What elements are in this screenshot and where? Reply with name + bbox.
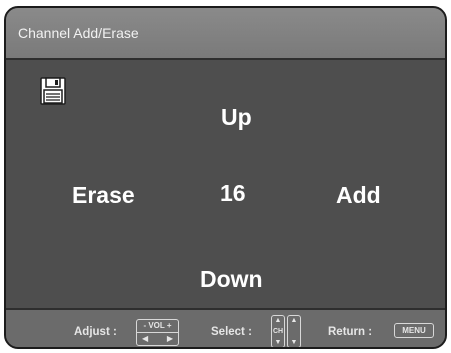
add-option[interactable]: Add [336,182,381,209]
right-arrow-icon: ▶ [166,334,173,343]
menu-key-icon: MENU [394,323,434,338]
window-title: Channel Add/Erase [18,25,139,41]
channel-down-option[interactable]: Down [200,266,263,293]
key-hint-bar: Adjust : - VOL + ◀ ▶ Select : ▲ CH ▼ ▲ ▼… [6,308,445,347]
adjust-hint-label: Adjust : [74,326,117,338]
down-arrow-icon: ▼ [290,339,298,346]
up-down-key-icon: ▲ ▼ [287,315,301,347]
left-arrow-icon: ◀ [142,334,149,343]
channel-number: 16 [220,180,246,206]
down-arrow-icon: ▼ [274,339,282,346]
floppy-disk-icon [40,77,66,105]
ch-key-label: CH [272,328,284,335]
ch-key-icon: ▲ CH ▼ [271,315,285,347]
vol-key-label: - VOL + [137,320,178,333]
channel-up-option[interactable]: Up [221,104,252,131]
up-arrow-icon: ▲ [290,317,298,324]
channel-edit-panel: Up Erase 16 Add Down [6,60,445,308]
vol-key-icon: - VOL + ◀ ▶ [136,319,179,346]
select-hint-label: Select : [211,326,252,338]
osd-window: Channel Add/Erase Up Erase 16 Add Down A… [4,6,447,349]
up-arrow-icon: ▲ [274,317,282,324]
title-bar: Channel Add/Erase [6,8,445,60]
return-hint-label: Return : [328,326,373,338]
erase-option[interactable]: Erase [72,182,135,209]
